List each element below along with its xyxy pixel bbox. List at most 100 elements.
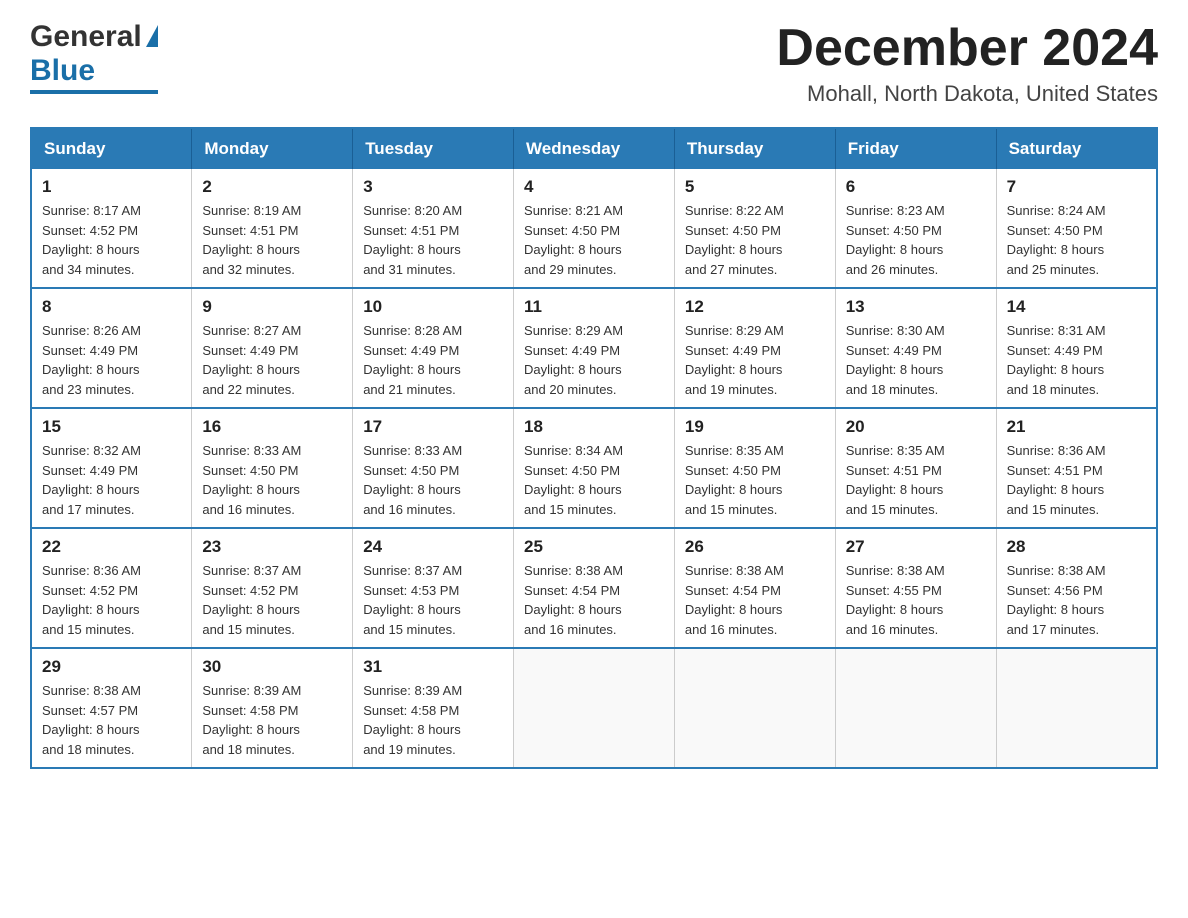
day-info: Sunrise: 8:24 AM Sunset: 4:50 PM Dayligh… — [1007, 201, 1146, 279]
table-row: 28 Sunrise: 8:38 AM Sunset: 4:56 PM Dayl… — [996, 528, 1157, 648]
day-info: Sunrise: 8:28 AM Sunset: 4:49 PM Dayligh… — [363, 321, 503, 399]
day-info: Sunrise: 8:39 AM Sunset: 4:58 PM Dayligh… — [363, 681, 503, 759]
day-number: 13 — [846, 297, 986, 317]
table-row: 30 Sunrise: 8:39 AM Sunset: 4:58 PM Dayl… — [192, 648, 353, 768]
day-info: Sunrise: 8:33 AM Sunset: 4:50 PM Dayligh… — [202, 441, 342, 519]
table-row — [674, 648, 835, 768]
calendar-table: Sunday Monday Tuesday Wednesday Thursday… — [30, 127, 1158, 769]
table-row: 11 Sunrise: 8:29 AM Sunset: 4:49 PM Dayl… — [514, 288, 675, 408]
table-row: 10 Sunrise: 8:28 AM Sunset: 4:49 PM Dayl… — [353, 288, 514, 408]
calendar-week-3: 15 Sunrise: 8:32 AM Sunset: 4:49 PM Dayl… — [31, 408, 1157, 528]
table-row: 12 Sunrise: 8:29 AM Sunset: 4:49 PM Dayl… — [674, 288, 835, 408]
day-number: 4 — [524, 177, 664, 197]
day-number: 16 — [202, 417, 342, 437]
calendar-week-4: 22 Sunrise: 8:36 AM Sunset: 4:52 PM Dayl… — [31, 528, 1157, 648]
day-number: 20 — [846, 417, 986, 437]
day-info: Sunrise: 8:35 AM Sunset: 4:50 PM Dayligh… — [685, 441, 825, 519]
table-row: 2 Sunrise: 8:19 AM Sunset: 4:51 PM Dayli… — [192, 169, 353, 288]
day-number: 26 — [685, 537, 825, 557]
calendar-week-5: 29 Sunrise: 8:38 AM Sunset: 4:57 PM Dayl… — [31, 648, 1157, 768]
page-header: General Blue December 2024 Mohall, North… — [30, 20, 1158, 107]
day-info: Sunrise: 8:22 AM Sunset: 4:50 PM Dayligh… — [685, 201, 825, 279]
day-number: 22 — [42, 537, 181, 557]
header-sunday: Sunday — [31, 128, 192, 169]
day-info: Sunrise: 8:31 AM Sunset: 4:49 PM Dayligh… — [1007, 321, 1146, 399]
table-row: 9 Sunrise: 8:27 AM Sunset: 4:49 PM Dayli… — [192, 288, 353, 408]
logo-triangle-icon — [146, 25, 158, 47]
logo-blue-text: Blue — [30, 54, 95, 87]
day-number: 19 — [685, 417, 825, 437]
day-info: Sunrise: 8:26 AM Sunset: 4:49 PM Dayligh… — [42, 321, 181, 399]
day-number: 3 — [363, 177, 503, 197]
day-info: Sunrise: 8:29 AM Sunset: 4:49 PM Dayligh… — [524, 321, 664, 399]
day-info: Sunrise: 8:19 AM Sunset: 4:51 PM Dayligh… — [202, 201, 342, 279]
day-info: Sunrise: 8:23 AM Sunset: 4:50 PM Dayligh… — [846, 201, 986, 279]
table-row: 15 Sunrise: 8:32 AM Sunset: 4:49 PM Dayl… — [31, 408, 192, 528]
table-row: 17 Sunrise: 8:33 AM Sunset: 4:50 PM Dayl… — [353, 408, 514, 528]
day-info: Sunrise: 8:38 AM Sunset: 4:57 PM Dayligh… — [42, 681, 181, 759]
day-number: 28 — [1007, 537, 1146, 557]
table-row: 3 Sunrise: 8:20 AM Sunset: 4:51 PM Dayli… — [353, 169, 514, 288]
day-info: Sunrise: 8:30 AM Sunset: 4:49 PM Dayligh… — [846, 321, 986, 399]
day-number: 1 — [42, 177, 181, 197]
logo-general-text: General — [30, 20, 142, 54]
table-row: 16 Sunrise: 8:33 AM Sunset: 4:50 PM Dayl… — [192, 408, 353, 528]
day-info: Sunrise: 8:17 AM Sunset: 4:52 PM Dayligh… — [42, 201, 181, 279]
table-row: 1 Sunrise: 8:17 AM Sunset: 4:52 PM Dayli… — [31, 169, 192, 288]
table-row — [514, 648, 675, 768]
day-info: Sunrise: 8:38 AM Sunset: 4:54 PM Dayligh… — [685, 561, 825, 639]
table-row — [996, 648, 1157, 768]
day-info: Sunrise: 8:36 AM Sunset: 4:51 PM Dayligh… — [1007, 441, 1146, 519]
header-tuesday: Tuesday — [353, 128, 514, 169]
calendar-week-2: 8 Sunrise: 8:26 AM Sunset: 4:49 PM Dayli… — [31, 288, 1157, 408]
day-number: 23 — [202, 537, 342, 557]
table-row: 14 Sunrise: 8:31 AM Sunset: 4:49 PM Dayl… — [996, 288, 1157, 408]
title-section: December 2024 Mohall, North Dakota, Unit… — [776, 20, 1158, 107]
day-number: 2 — [202, 177, 342, 197]
header-wednesday: Wednesday — [514, 128, 675, 169]
day-info: Sunrise: 8:20 AM Sunset: 4:51 PM Dayligh… — [363, 201, 503, 279]
day-number: 29 — [42, 657, 181, 677]
day-info: Sunrise: 8:37 AM Sunset: 4:53 PM Dayligh… — [363, 561, 503, 639]
day-number: 5 — [685, 177, 825, 197]
day-number: 9 — [202, 297, 342, 317]
table-row: 6 Sunrise: 8:23 AM Sunset: 4:50 PM Dayli… — [835, 169, 996, 288]
day-info: Sunrise: 8:29 AM Sunset: 4:49 PM Dayligh… — [685, 321, 825, 399]
day-info: Sunrise: 8:35 AM Sunset: 4:51 PM Dayligh… — [846, 441, 986, 519]
table-row: 20 Sunrise: 8:35 AM Sunset: 4:51 PM Dayl… — [835, 408, 996, 528]
calendar-week-1: 1 Sunrise: 8:17 AM Sunset: 4:52 PM Dayli… — [31, 169, 1157, 288]
day-number: 14 — [1007, 297, 1146, 317]
logo: General Blue — [30, 20, 158, 94]
day-info: Sunrise: 8:38 AM Sunset: 4:56 PM Dayligh… — [1007, 561, 1146, 639]
table-row: 24 Sunrise: 8:37 AM Sunset: 4:53 PM Dayl… — [353, 528, 514, 648]
day-info: Sunrise: 8:37 AM Sunset: 4:52 PM Dayligh… — [202, 561, 342, 639]
day-number: 11 — [524, 297, 664, 317]
day-number: 30 — [202, 657, 342, 677]
location-subtitle: Mohall, North Dakota, United States — [776, 81, 1158, 107]
day-info: Sunrise: 8:38 AM Sunset: 4:55 PM Dayligh… — [846, 561, 986, 639]
table-row: 8 Sunrise: 8:26 AM Sunset: 4:49 PM Dayli… — [31, 288, 192, 408]
day-number: 31 — [363, 657, 503, 677]
day-number: 27 — [846, 537, 986, 557]
day-number: 25 — [524, 537, 664, 557]
day-info: Sunrise: 8:27 AM Sunset: 4:49 PM Dayligh… — [202, 321, 342, 399]
day-number: 6 — [846, 177, 986, 197]
day-info: Sunrise: 8:36 AM Sunset: 4:52 PM Dayligh… — [42, 561, 181, 639]
day-number: 15 — [42, 417, 181, 437]
day-info: Sunrise: 8:32 AM Sunset: 4:49 PM Dayligh… — [42, 441, 181, 519]
header-monday: Monday — [192, 128, 353, 169]
table-row: 4 Sunrise: 8:21 AM Sunset: 4:50 PM Dayli… — [514, 169, 675, 288]
table-row: 13 Sunrise: 8:30 AM Sunset: 4:49 PM Dayl… — [835, 288, 996, 408]
day-number: 10 — [363, 297, 503, 317]
table-row: 31 Sunrise: 8:39 AM Sunset: 4:58 PM Dayl… — [353, 648, 514, 768]
table-row: 5 Sunrise: 8:22 AM Sunset: 4:50 PM Dayli… — [674, 169, 835, 288]
table-row: 25 Sunrise: 8:38 AM Sunset: 4:54 PM Dayl… — [514, 528, 675, 648]
day-info: Sunrise: 8:39 AM Sunset: 4:58 PM Dayligh… — [202, 681, 342, 759]
table-row: 18 Sunrise: 8:34 AM Sunset: 4:50 PM Dayl… — [514, 408, 675, 528]
header-thursday: Thursday — [674, 128, 835, 169]
day-number: 8 — [42, 297, 181, 317]
table-row: 26 Sunrise: 8:38 AM Sunset: 4:54 PM Dayl… — [674, 528, 835, 648]
table-row: 22 Sunrise: 8:36 AM Sunset: 4:52 PM Dayl… — [31, 528, 192, 648]
header-saturday: Saturday — [996, 128, 1157, 169]
table-row: 29 Sunrise: 8:38 AM Sunset: 4:57 PM Dayl… — [31, 648, 192, 768]
